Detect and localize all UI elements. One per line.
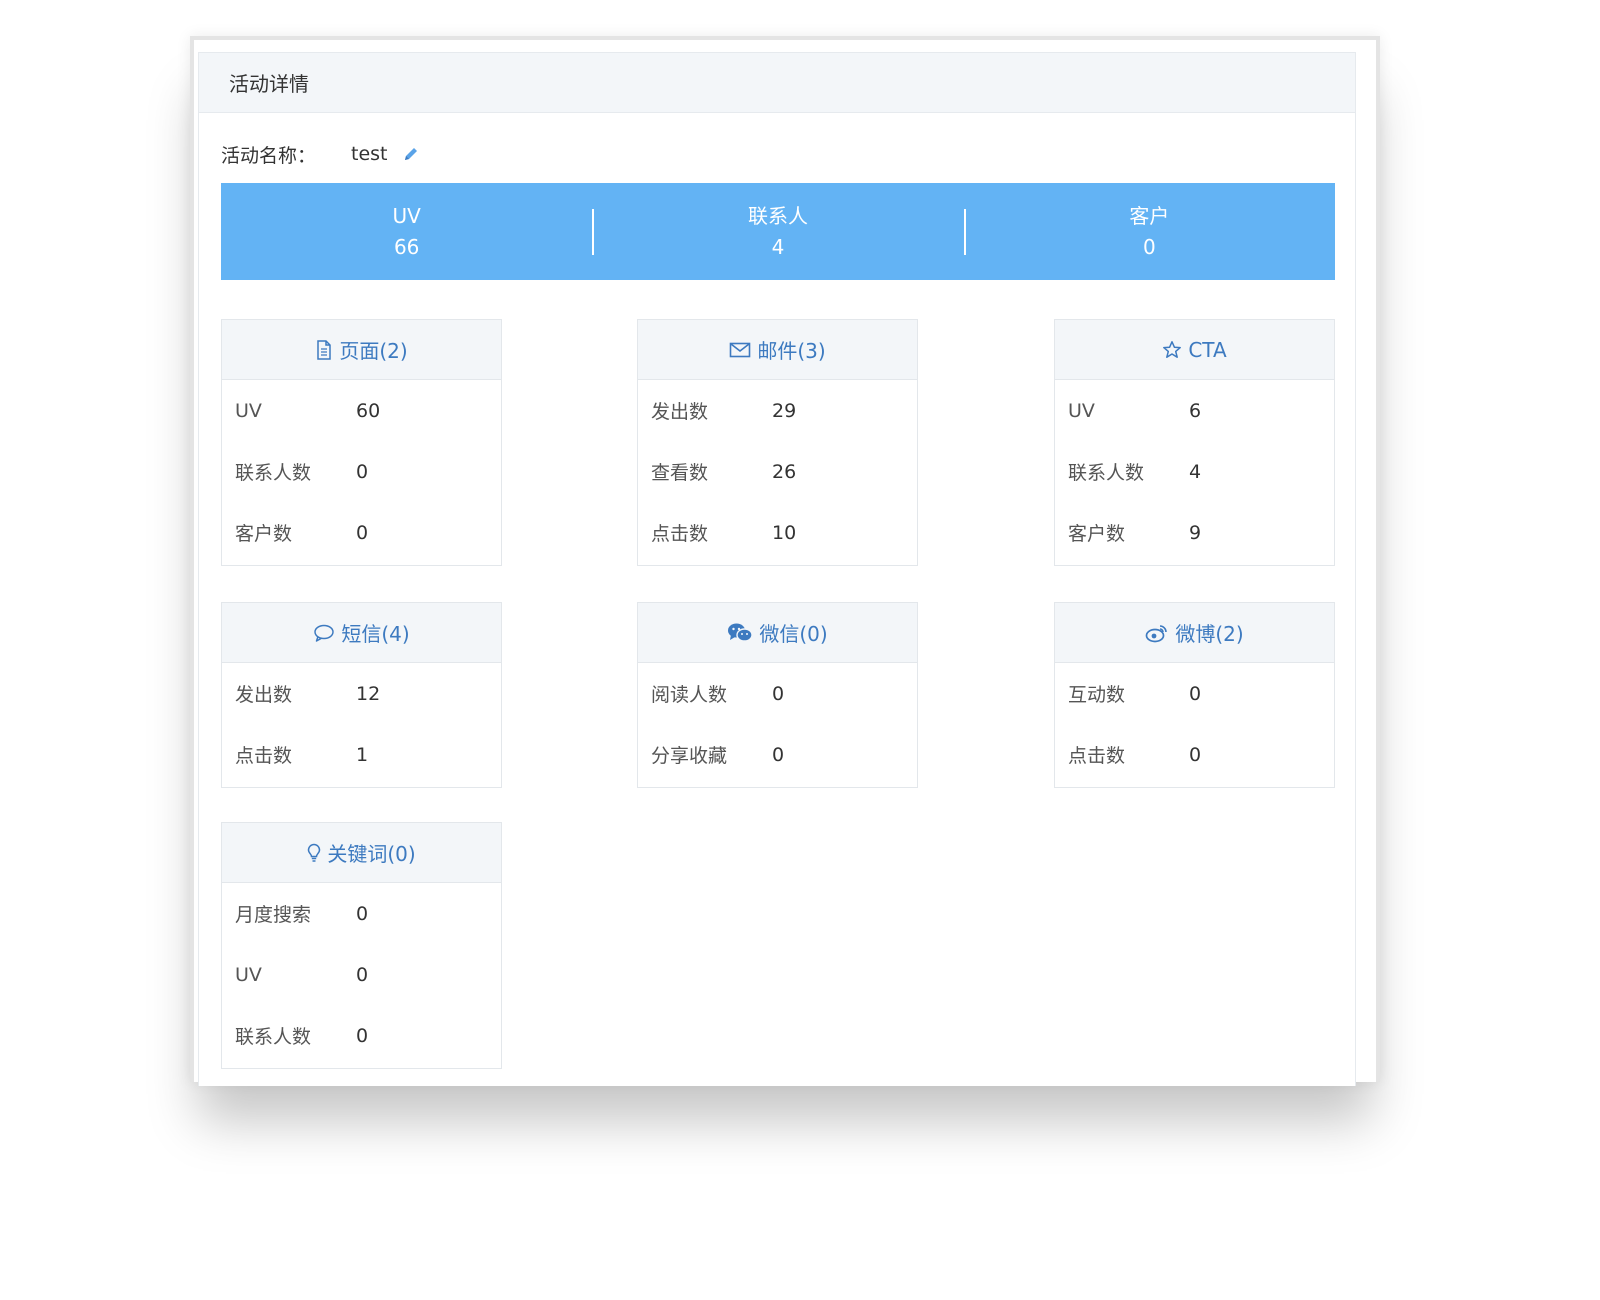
card-row: 联系人数 0 (222, 441, 501, 502)
card-header[interactable]: 关键词(0) (222, 823, 501, 883)
row-value: 29 (772, 399, 797, 422)
row-label: 发出数 (235, 684, 293, 706)
stat-uv: UV 66 (221, 183, 592, 280)
card-row: UV 60 (222, 380, 501, 441)
row-label: UV (235, 963, 262, 986)
row-value: 0 (772, 743, 785, 766)
row-value: 0 (1189, 743, 1202, 766)
card-row: 互动数 0 (1055, 663, 1334, 724)
activity-detail-panel: 活动详情 活动名称： test UV 66 联系人 4 客户 0 页面(2) U… (198, 52, 1356, 1086)
stat-customers: 客户 0 (963, 183, 1335, 280)
card-header[interactable]: 邮件(3) (638, 320, 917, 380)
envelope-icon (729, 341, 751, 359)
card-row: 月度搜索 0 (222, 883, 501, 944)
row-label: 阅读人数 (651, 684, 728, 706)
row-value: 1 (356, 743, 369, 766)
card-row: 分享收藏 0 (638, 724, 917, 785)
row-label: 分享收藏 (651, 745, 728, 767)
card-row: 点击数 10 (638, 502, 917, 563)
card-row: UV 6 (1055, 380, 1334, 441)
card-title: 页面(2) (339, 339, 408, 363)
row-value: 9 (1189, 521, 1202, 544)
stat-label: 联系人 (747, 203, 808, 228)
pencil-icon[interactable] (402, 145, 420, 163)
row-value: 0 (356, 1024, 369, 1047)
row-value: 6 (1189, 399, 1202, 422)
card-title: CTA (1188, 337, 1227, 362)
card-row: 联系人数 4 (1055, 441, 1334, 502)
card-cta: CTA UV 6 联系人数 4 客户数 9 (1054, 319, 1335, 566)
card-title: 短信(4) (341, 622, 410, 646)
activity-name-label: 活动名称： (221, 144, 317, 167)
card-header[interactable]: CTA (1055, 320, 1334, 380)
row-value: 0 (772, 682, 785, 705)
panel-title: 活动详情 (199, 53, 1355, 113)
card-row: UV 0 (222, 944, 501, 1005)
chat-bubble-icon (313, 623, 335, 643)
row-label: 月度搜索 (235, 904, 312, 926)
card-row: 客户数 0 (222, 502, 501, 563)
card-title: 微信(0) (759, 622, 828, 646)
row-value: 0 (356, 521, 369, 544)
weibo-icon (1145, 623, 1169, 643)
card-title: 邮件(3) (757, 339, 826, 363)
row-label: 点击数 (235, 745, 293, 767)
card-header[interactable]: 微博(2) (1055, 603, 1334, 663)
stat-label: UV (392, 203, 421, 228)
row-label: 点击数 (651, 523, 709, 545)
row-value: 60 (356, 399, 381, 422)
wechat-icon (727, 622, 754, 644)
card-sms: 短信(4) 发出数 12 点击数 1 (221, 602, 502, 788)
card-row: 联系人数 0 (222, 1005, 501, 1066)
stat-label: 客户 (1129, 203, 1170, 228)
lightbulb-icon (307, 843, 321, 863)
row-value: 0 (1189, 682, 1202, 705)
card-wechat: 微信(0) 阅读人数 0 分享收藏 0 (637, 602, 918, 788)
row-label: 点击数 (1068, 745, 1126, 767)
stat-contacts: 联系人 4 (592, 183, 963, 280)
card-row: 点击数 1 (222, 724, 501, 785)
row-value: 12 (356, 682, 381, 705)
row-label: UV (1068, 399, 1095, 422)
card-header[interactable]: 微信(0) (638, 603, 917, 663)
row-value: 4 (1189, 460, 1202, 483)
card-row: 点击数 0 (1055, 724, 1334, 785)
card-row: 阅读人数 0 (638, 663, 917, 724)
row-value: 0 (356, 460, 369, 483)
document-icon (315, 339, 333, 360)
row-label: 查看数 (651, 462, 709, 484)
card-row: 查看数 26 (638, 441, 917, 502)
card-header[interactable]: 页面(2) (222, 320, 501, 380)
summary-stats-bar: UV 66 联系人 4 客户 0 (221, 183, 1335, 280)
card-keywords: 关键词(0) 月度搜索 0 UV 0 联系人数 0 (221, 822, 502, 1069)
card-email: 邮件(3) 发出数 29 查看数 26 点击数 10 (637, 319, 918, 566)
card-title: 关键词(0) (327, 842, 416, 866)
stat-value: 66 (393, 234, 420, 259)
card-row: 发出数 12 (222, 663, 501, 724)
row-value: 26 (772, 460, 797, 483)
row-label: 联系人数 (1068, 462, 1145, 484)
activity-window: 活动详情 活动名称： test UV 66 联系人 4 客户 0 页面(2) U… (190, 36, 1380, 1086)
card-header[interactable]: 短信(4) (222, 603, 501, 663)
stat-value: 4 (771, 234, 785, 259)
row-label: 发出数 (651, 401, 709, 423)
activity-name-row: 活动名称： test (221, 139, 420, 169)
row-label: 客户数 (235, 523, 293, 545)
row-label: 联系人数 (235, 1026, 312, 1048)
activity-name-value: test (351, 143, 388, 165)
row-label: UV (235, 399, 262, 422)
card-row: 发出数 29 (638, 380, 917, 441)
card-page: 页面(2) UV 60 联系人数 0 客户数 0 (221, 319, 502, 566)
stat-value: 0 (1142, 234, 1156, 259)
card-title: 微博(2) (1175, 622, 1244, 646)
row-label: 互动数 (1068, 684, 1126, 706)
row-label: 客户数 (1068, 523, 1126, 545)
card-weibo: 微博(2) 互动数 0 点击数 0 (1054, 602, 1335, 788)
row-label: 联系人数 (235, 462, 312, 484)
row-value: 0 (356, 902, 369, 925)
star-icon (1162, 340, 1182, 360)
card-row: 客户数 9 (1055, 502, 1334, 563)
row-value: 10 (772, 521, 797, 544)
row-value: 0 (356, 963, 369, 986)
